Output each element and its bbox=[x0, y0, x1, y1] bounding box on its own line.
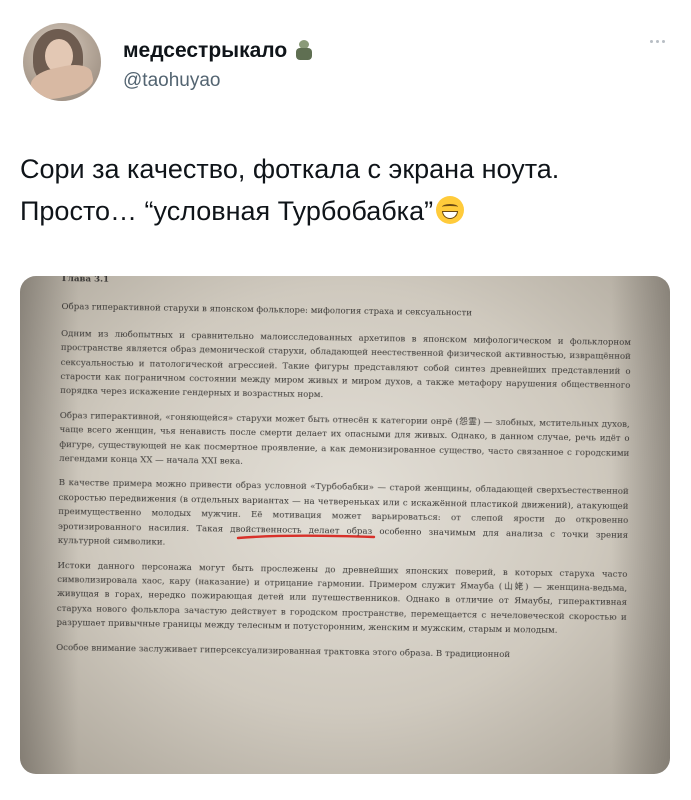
display-name[interactable]: медсестрыкало bbox=[123, 38, 287, 64]
figure-emoji-icon bbox=[294, 40, 314, 62]
display-name-row[interactable]: медсестрыкало bbox=[123, 38, 314, 64]
doc-paragraph-4: Истоки данного персонажа могут быть прос… bbox=[56, 560, 628, 636]
more-icon[interactable] bbox=[650, 40, 665, 43]
tweet-header: медсестрыкало @taohuyao bbox=[20, 20, 671, 101]
tweet-text: Сори за качество, фоткала с экрана ноута… bbox=[20, 148, 670, 232]
avatar[interactable] bbox=[23, 23, 101, 101]
doc-paragraph-3: В качестве примера можно привести образ … bbox=[57, 478, 629, 548]
attached-photo[interactable]: Глава 3.1 Образ гиперактивной старухи в … bbox=[20, 276, 670, 774]
tweet-line-2: Просто… “условная Турбобабка” bbox=[20, 190, 670, 232]
doc-heading: Образ гиперактивной старухи в японском ф… bbox=[61, 302, 473, 319]
red-underline-mark bbox=[236, 533, 376, 540]
doc-paragraph-2: Образ гиперактивной, «гоняющейся» старух… bbox=[59, 410, 630, 467]
grinning-face-emoji-icon bbox=[436, 196, 465, 224]
doc-paragraph-5: Особое внимание заслуживает гиперсексуал… bbox=[56, 642, 511, 660]
author-names: медсестрыкало @taohuyao bbox=[123, 38, 314, 94]
photographed-document: Глава 3.1 Образ гиперактивной старухи в … bbox=[56, 276, 632, 674]
doc-chapter: Глава 3.1 bbox=[61, 276, 110, 285]
tweet-line-2-text: Просто… “условная Турбобабка” bbox=[20, 196, 434, 226]
author-handle[interactable]: @taohuyao bbox=[123, 68, 314, 94]
doc-paragraph-1: Одним из любопытных и сравнительно малои… bbox=[60, 328, 632, 401]
tweet-line-1: Сори за качество, фоткала с экрана ноута… bbox=[20, 154, 560, 184]
